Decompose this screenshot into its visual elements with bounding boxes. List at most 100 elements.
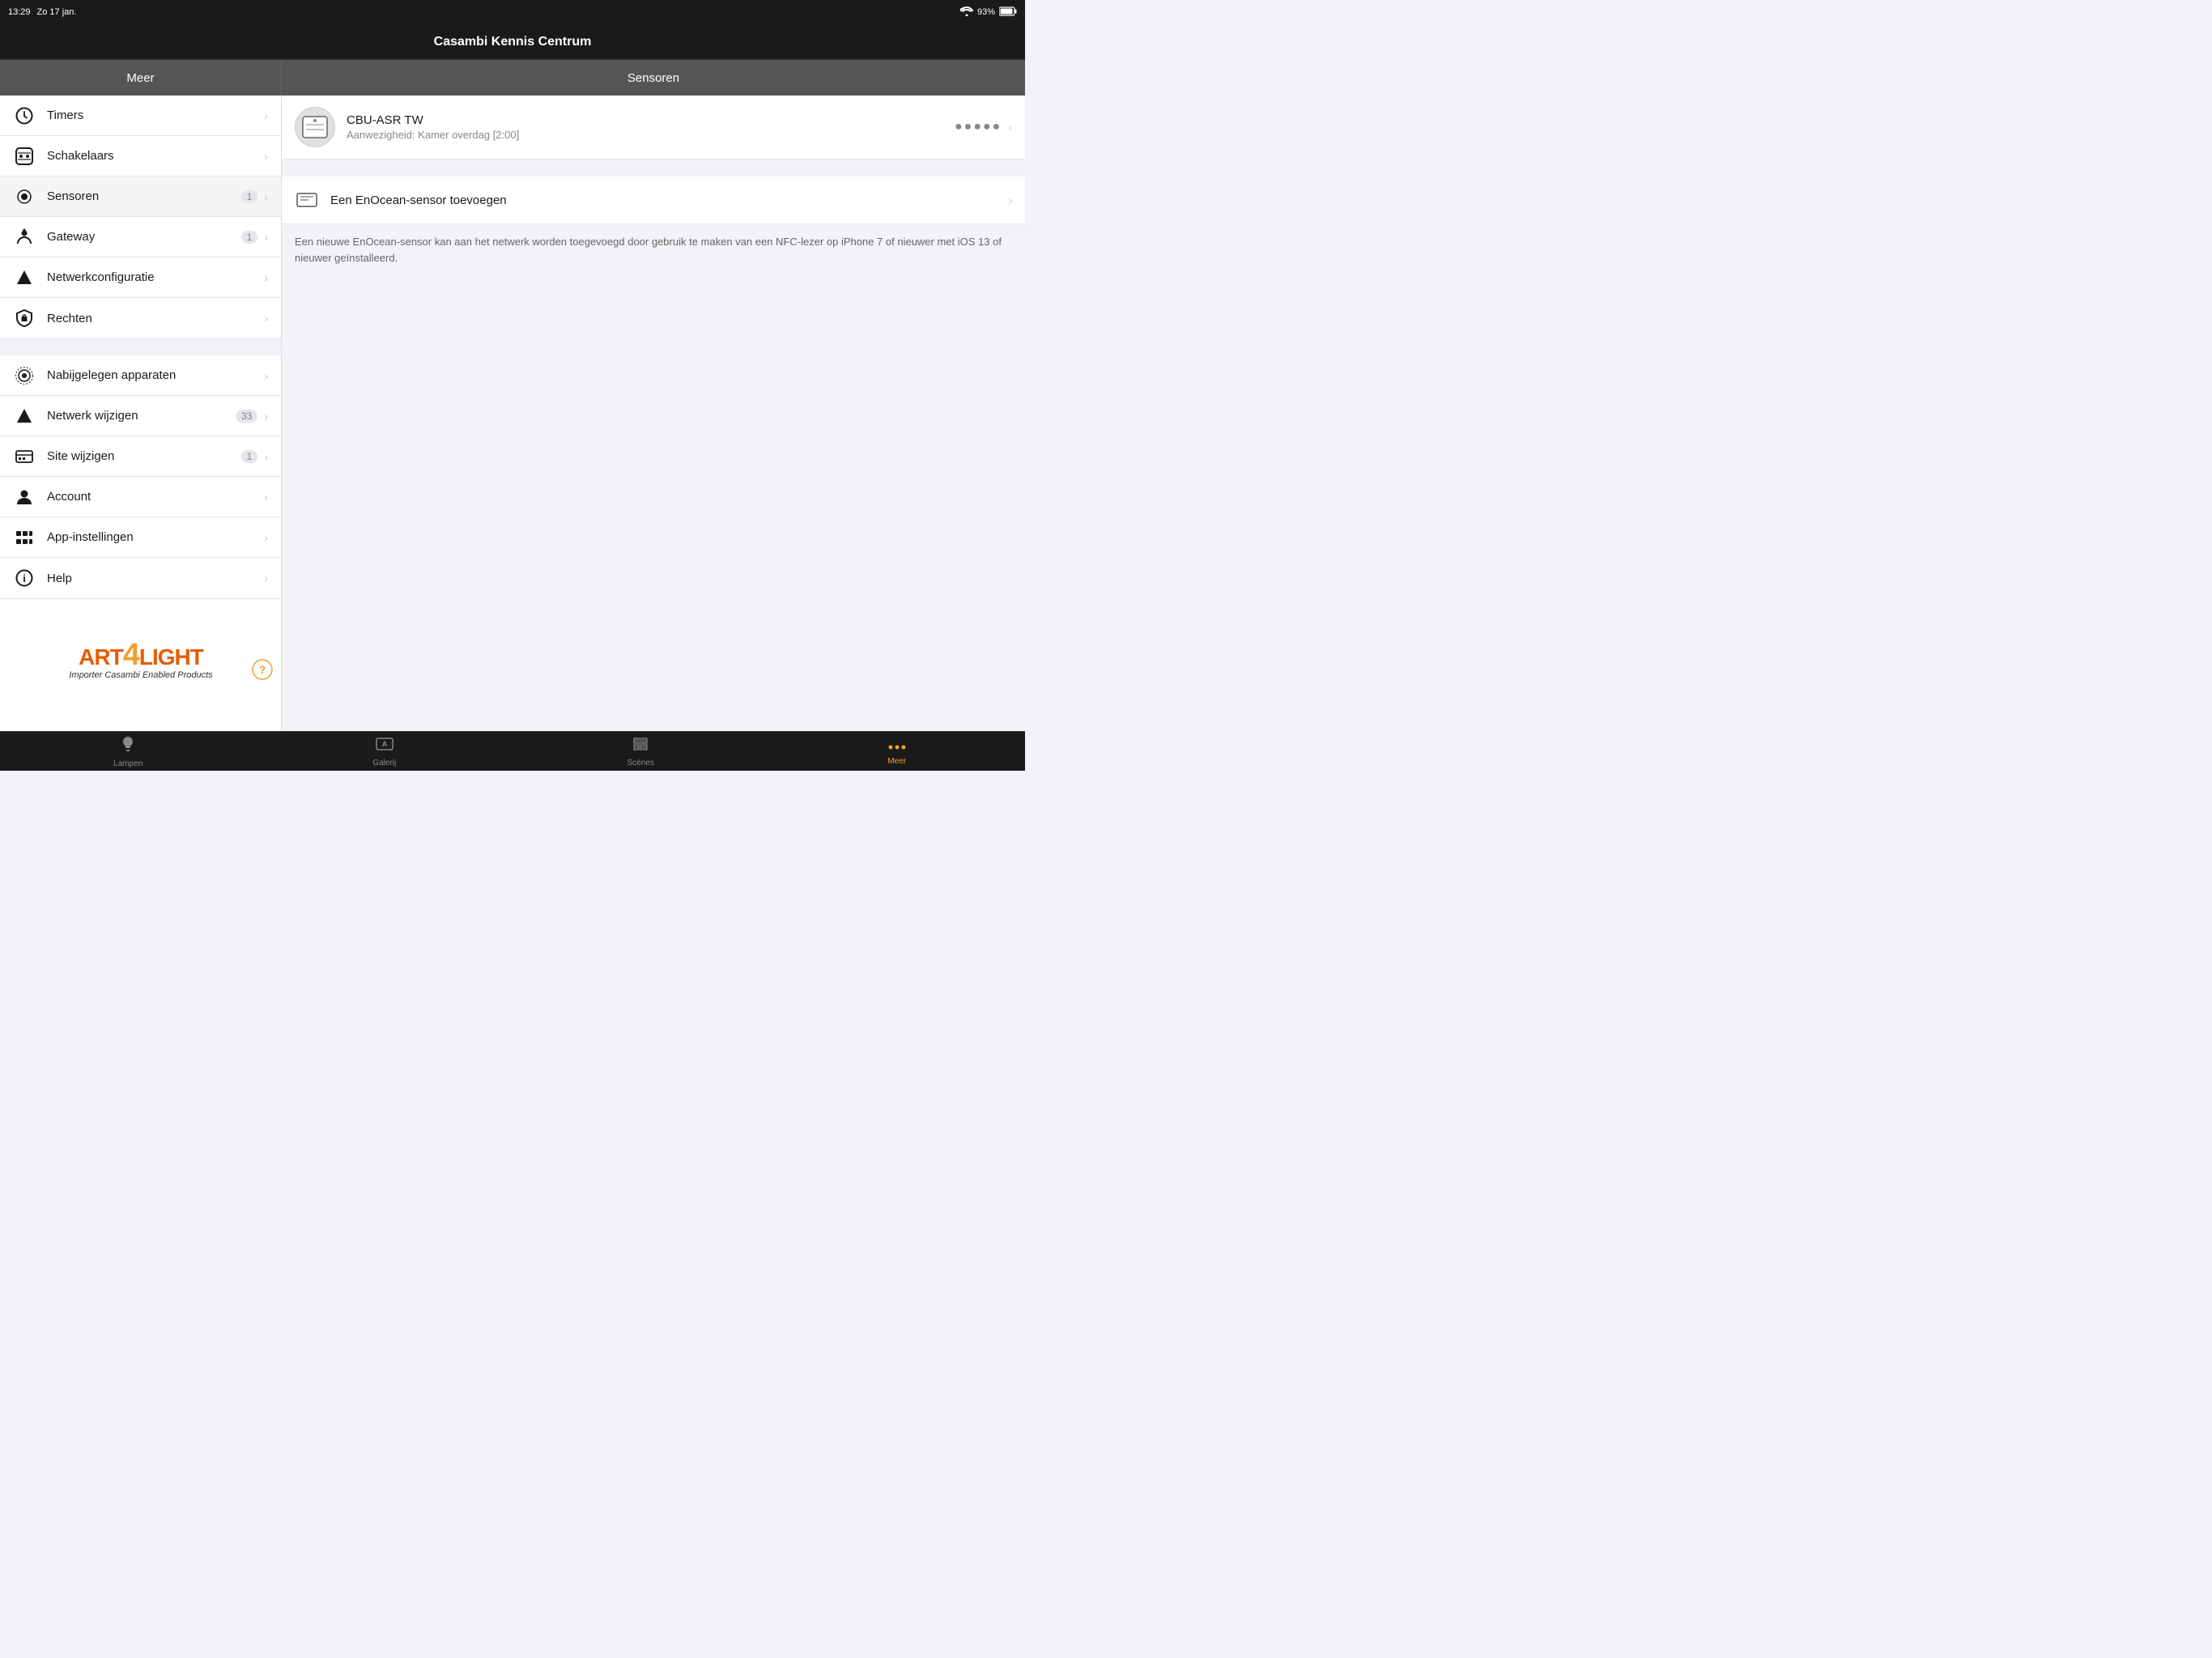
clock-icon bbox=[13, 104, 36, 127]
sidebar-item-account[interactable]: Account › bbox=[0, 477, 281, 517]
status-time: 13:29 bbox=[8, 7, 31, 17]
sensor-icon bbox=[13, 185, 36, 208]
sensor-name: CBU-ASR TW bbox=[347, 113, 955, 127]
account-label: Account bbox=[47, 490, 264, 504]
sensor-info: CBU-ASR TW Aanwezigheid: Kamer overdag [… bbox=[347, 113, 955, 141]
timers-chevron: › bbox=[264, 109, 268, 122]
sidebar-item-help[interactable]: i Help › bbox=[0, 558, 281, 598]
watermark: ART4LIGHT Importer Casambi Enabled Produ… bbox=[0, 633, 282, 687]
rechten-label: Rechten bbox=[47, 312, 264, 325]
sidebar-item-gateway[interactable]: Gateway 1 › bbox=[0, 217, 281, 257]
tab-galerij-label: Galerij bbox=[372, 759, 396, 767]
sensoren-label: Sensoren bbox=[47, 189, 241, 203]
netwerk-wijzigen-badge: 33 bbox=[236, 410, 257, 423]
add-sensor-section: Een EnOcean-sensor toevoegen › Een nieuw… bbox=[282, 176, 1025, 275]
sidebar-item-nabijgelegen[interactable]: Nabijgelegen apparaten › bbox=[0, 355, 281, 396]
status-bar: 13:29 Zo 17 jan. 93% bbox=[0, 0, 1025, 24]
tab-meer[interactable]: Meer bbox=[769, 732, 1026, 771]
sidebar-item-rechten[interactable]: Rechten › bbox=[0, 298, 281, 338]
timers-label: Timers bbox=[47, 108, 264, 122]
status-date: Zo 17 jan. bbox=[37, 7, 77, 17]
scenes-icon bbox=[632, 736, 649, 756]
netwerk-wijzigen-chevron: › bbox=[264, 410, 268, 423]
sidebar-section-2: Nabijgelegen apparaten › Netwerk wijzige… bbox=[0, 355, 281, 599]
app-instellingen-chevron: › bbox=[264, 531, 268, 544]
network-icon bbox=[13, 266, 36, 289]
tab-galerij[interactable]: A Galerij bbox=[257, 732, 513, 771]
sidebar-item-app-instellingen[interactable]: App-instellingen › bbox=[0, 517, 281, 558]
site-wijzigen-chevron: › bbox=[264, 450, 268, 463]
add-sensor-item[interactable]: Een EnOcean-sensor toevoegen › bbox=[282, 176, 1025, 224]
gateway-label: Gateway bbox=[47, 230, 241, 244]
tab-bar: Lampen A Galerij Scènes bbox=[0, 731, 1025, 771]
header-right: Sensoren bbox=[282, 60, 1025, 96]
more-icon bbox=[888, 738, 906, 755]
sidebar: Timers › Schakelaars › bbox=[0, 96, 282, 731]
schakelaars-label: Schakelaars bbox=[47, 149, 264, 163]
svg-text:A: A bbox=[382, 740, 388, 748]
sensoren-badge: 1 bbox=[241, 190, 258, 203]
shield-icon bbox=[13, 307, 36, 329]
tab-lampen-label: Lampen bbox=[113, 759, 143, 768]
sidebar-item-site-wijzigen[interactable]: Site wijzigen 1 › bbox=[0, 436, 281, 477]
site-wijzigen-label: Site wijzigen bbox=[47, 449, 241, 463]
settings-icon bbox=[13, 526, 36, 549]
title-bar: Casambi Kennis Centrum bbox=[0, 24, 1025, 60]
gallery-icon: A bbox=[376, 736, 393, 756]
sensor-device-icon bbox=[295, 107, 335, 147]
gateway-icon bbox=[13, 226, 36, 249]
rechten-chevron: › bbox=[264, 312, 268, 325]
app-instellingen-label: App-instellingen bbox=[47, 530, 264, 544]
sensor-item[interactable]: CBU-ASR TW Aanwezigheid: Kamer overdag [… bbox=[282, 96, 1025, 159]
main-content: Timers › Schakelaars › bbox=[0, 96, 1025, 731]
help-sidebar-icon: i bbox=[13, 567, 36, 589]
sidebar-item-schakelaars[interactable]: Schakelaars › bbox=[0, 136, 281, 176]
add-sensor-icon bbox=[295, 188, 319, 212]
sensor-chevron: › bbox=[1008, 121, 1012, 134]
sidebar-item-timers[interactable]: Timers › bbox=[0, 96, 281, 136]
account-icon bbox=[13, 486, 36, 508]
nearby-icon bbox=[13, 364, 36, 387]
wifi-icon bbox=[960, 6, 973, 19]
schakelaars-chevron: › bbox=[264, 150, 268, 163]
tab-meer-label: Meer bbox=[887, 757, 906, 766]
header-left: Meer bbox=[0, 60, 282, 96]
panel-divider bbox=[282, 160, 1025, 176]
tab-scenes[interactable]: Scènes bbox=[513, 732, 769, 771]
help-label: Help bbox=[47, 572, 264, 585]
add-sensor-description: Een nieuwe EnOcean-sensor kan aan het ne… bbox=[282, 224, 1025, 275]
sidebar-item-netwerkconfiguratie[interactable]: Netwerkconfiguratie › bbox=[0, 257, 281, 298]
section-divider bbox=[0, 339, 281, 355]
tab-scenes-label: Scènes bbox=[627, 759, 654, 767]
nabijgelegen-chevron: › bbox=[264, 369, 268, 382]
netwerkconfiguratie-chevron: › bbox=[264, 271, 268, 284]
network2-icon bbox=[13, 405, 36, 427]
nabijgelegen-label: Nabijgelegen apparaten bbox=[47, 368, 264, 382]
battery-text: 93% bbox=[977, 7, 995, 17]
svg-text:?: ? bbox=[259, 663, 266, 676]
sensor-status-dots: ●●●●● bbox=[955, 120, 1002, 134]
sidebar-section-1: Timers › Schakelaars › bbox=[0, 96, 281, 339]
add-sensor-label: Een EnOcean-sensor toevoegen bbox=[330, 193, 1008, 207]
switch-icon bbox=[13, 145, 36, 168]
netwerk-wijzigen-label: Netwerk wijzigen bbox=[47, 409, 236, 423]
tab-lampen[interactable]: Lampen bbox=[0, 732, 257, 771]
header-row: Meer Sensoren bbox=[0, 60, 1025, 96]
sidebar-item-sensoren[interactable]: Sensoren 1 › bbox=[0, 176, 281, 217]
svg-text:i: i bbox=[23, 572, 26, 585]
netwerkconfiguratie-label: Netwerkconfiguratie bbox=[47, 270, 264, 284]
site-icon bbox=[13, 445, 36, 468]
sensor-sub: Aanwezigheid: Kamer overdag [2:00] bbox=[347, 129, 955, 141]
battery-icon bbox=[999, 6, 1017, 19]
account-chevron: › bbox=[264, 491, 268, 504]
help-circle-button[interactable]: ? bbox=[252, 659, 273, 682]
app-title: Casambi Kennis Centrum bbox=[434, 35, 592, 49]
right-panel: CBU-ASR TW Aanwezigheid: Kamer overdag [… bbox=[282, 96, 1025, 731]
add-sensor-chevron: › bbox=[1008, 193, 1012, 206]
help-chevron: › bbox=[264, 572, 268, 585]
gateway-badge: 1 bbox=[241, 231, 258, 244]
gateway-chevron: › bbox=[264, 231, 268, 244]
site-wijzigen-badge: 1 bbox=[241, 450, 258, 463]
lamp-icon bbox=[120, 735, 136, 757]
sidebar-item-netwerk-wijzigen[interactable]: Netwerk wijzigen 33 › bbox=[0, 396, 281, 436]
